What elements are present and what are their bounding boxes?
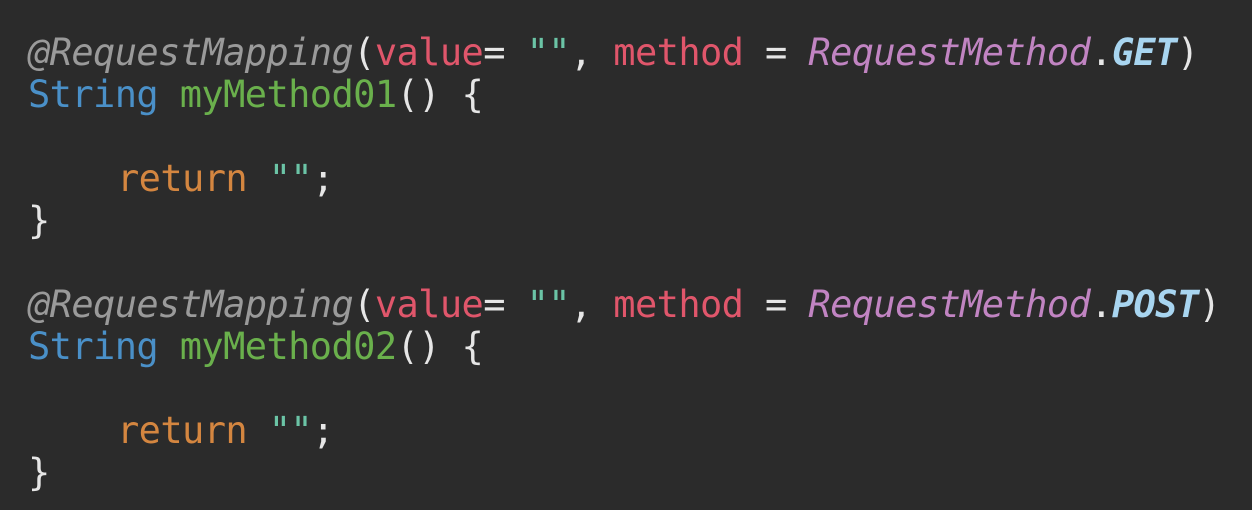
paren-open-token: ( <box>353 31 375 74</box>
code-line-close-brace-01: } <box>28 200 1252 242</box>
method-param-token: method <box>613 283 744 326</box>
paren-close-token: ) <box>1198 283 1221 326</box>
return-keyword-token: return <box>117 157 248 200</box>
dot-token: . <box>1090 283 1112 326</box>
code-line-return-02: return ""; <box>28 410 1252 452</box>
paren-open-token: ( <box>353 283 375 326</box>
equals-token: = <box>743 31 809 74</box>
close-brace-token: } <box>28 199 50 242</box>
semicolon-token: ; <box>312 409 334 452</box>
code-line-annotation-post: @RequestMapping(value= "", method = Requ… <box>28 284 1252 326</box>
method-param-token: method <box>613 31 744 74</box>
equals-token: = <box>483 31 527 74</box>
string-literal-token: "" <box>268 157 313 200</box>
string-literal-token: "" <box>526 31 571 74</box>
string-literal-token: "" <box>526 283 571 326</box>
code-line-return-01: return ""; <box>28 158 1252 200</box>
dot-token: . <box>1090 31 1112 74</box>
equals-token: = <box>743 283 809 326</box>
signature-punct-token: () { <box>396 73 484 116</box>
annotation-token: @RequestMapping <box>28 283 354 326</box>
enum-class-token: RequestMethod <box>808 283 1091 326</box>
return-type-token: String <box>28 73 159 116</box>
value-param-token: value <box>374 283 484 326</box>
enum-constant-token: GET <box>1111 31 1178 74</box>
comma-token: , <box>569 31 614 74</box>
enum-constant-token: POST <box>1111 283 1199 326</box>
close-brace-token: } <box>28 451 50 494</box>
equals-token: = <box>483 283 527 326</box>
method-name-token: myMethod02 <box>179 325 397 368</box>
code-line-annotation-get: @RequestMapping(value= "", method = Requ… <box>28 32 1252 74</box>
code-line-signature-02: String myMethod02() { <box>28 326 1252 368</box>
signature-punct-token: () { <box>396 325 484 368</box>
code-line-signature-01: String myMethod01() { <box>28 74 1252 116</box>
value-param-token: value <box>374 31 484 74</box>
annotation-token: @RequestMapping <box>28 31 354 74</box>
code-line-close-brace-02: } <box>28 452 1252 494</box>
comma-token: , <box>569 283 614 326</box>
method-name-token: myMethod01 <box>179 73 397 116</box>
code-editor[interactable]: @RequestMapping(value= "", method = Requ… <box>0 0 1252 510</box>
enum-class-token: RequestMethod <box>808 31 1091 74</box>
return-keyword-token: return <box>117 409 248 452</box>
paren-close-token: ) <box>1176 31 1199 74</box>
semicolon-token: ; <box>312 157 334 200</box>
string-literal-token: "" <box>268 409 313 452</box>
return-type-token: String <box>28 325 159 368</box>
